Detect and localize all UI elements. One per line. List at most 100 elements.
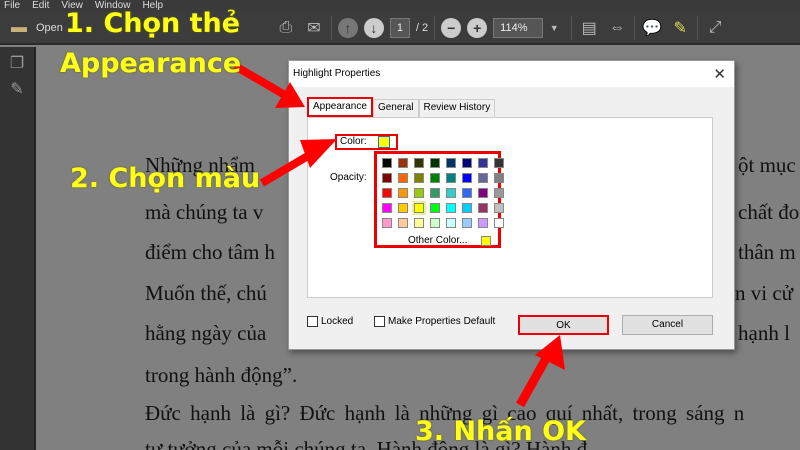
fit-page-icon[interactable]: ▤ [578, 17, 600, 39]
palette-swatch[interactable] [382, 218, 392, 228]
divider [330, 15, 332, 40]
page-number-input[interactable]: 1 [389, 17, 410, 38]
palette-swatch[interactable] [446, 173, 456, 183]
palette-swatch[interactable] [462, 218, 472, 228]
palette-swatch[interactable] [462, 203, 472, 213]
color-palette: Other Color... [374, 151, 504, 248]
menu-file[interactable]: File [4, 0, 20, 12]
opacity-label: Opacity: [330, 172, 367, 183]
palette-swatch[interactable] [494, 158, 504, 168]
email-icon[interactable]: ✉ [303, 17, 325, 39]
palette-swatch[interactable] [398, 218, 408, 228]
open-button[interactable]: Open [36, 22, 63, 34]
ok-button[interactable]: OK [518, 315, 609, 335]
pages-icon[interactable]: ❐ [0, 53, 34, 73]
palette-swatch[interactable] [382, 173, 392, 183]
divider [434, 15, 436, 40]
palette-swatch[interactable] [446, 158, 456, 168]
dialog-title: Highlight Properties [289, 61, 734, 87]
doc-line: hằng ngày của [145, 321, 267, 345]
palette-swatch[interactable] [398, 158, 408, 168]
divider [697, 15, 699, 40]
tab-review-history[interactable]: Review History [418, 99, 496, 117]
tab-general[interactable]: General [372, 99, 419, 117]
palette-swatch[interactable] [412, 201, 426, 215]
attachment-icon[interactable]: ✎ [0, 79, 34, 99]
palette-swatch[interactable] [398, 203, 408, 213]
divider [634, 15, 636, 40]
checkbox-box[interactable] [374, 316, 385, 327]
palette-swatch[interactable] [414, 218, 424, 228]
print-icon[interactable]: ⎙ [275, 17, 297, 39]
palette-swatch[interactable] [430, 188, 440, 198]
chevron-down-icon[interactable]: ▼ [543, 17, 565, 39]
annotation-step1: 1. Chọn thẻ [65, 8, 241, 39]
zoom-in-icon[interactable]: + [467, 17, 488, 38]
other-color-label[interactable]: Other Color... [408, 235, 467, 246]
locked-checkbox[interactable]: Locked [307, 316, 353, 327]
doc-line: thân m [738, 240, 796, 264]
doc-line: điểm cho tâm h [145, 240, 276, 264]
expand-icon[interactable]: ⤢ [704, 17, 726, 39]
palette-swatch[interactable] [398, 173, 408, 183]
palette-swatch[interactable] [430, 203, 440, 213]
palette-swatch[interactable] [494, 173, 504, 183]
palette-swatch[interactable] [478, 203, 488, 213]
palette-swatch[interactable] [446, 203, 456, 213]
checkbox-box[interactable] [307, 316, 318, 327]
color-picker-button[interactable] [378, 136, 390, 148]
palette-swatch[interactable] [478, 173, 488, 183]
doc-line: mà chúng ta v [145, 200, 264, 224]
palette-swatch[interactable] [382, 203, 392, 213]
prev-page-icon[interactable]: ↑ [337, 17, 358, 38]
palette-swatch[interactable] [382, 188, 392, 198]
palette-swatch[interactable] [462, 158, 472, 168]
annotation-step2: 2. Chọn màu [70, 163, 261, 194]
doc-line: hạnh l [738, 321, 790, 345]
palette-swatch[interactable] [478, 188, 488, 198]
doc-line: chất đo [738, 200, 800, 224]
palette-swatch[interactable] [494, 188, 504, 198]
color-label-text: Color: [340, 136, 367, 147]
menu-edit[interactable]: Edit [32, 0, 49, 12]
next-page-icon[interactable]: ↓ [363, 17, 384, 38]
palette-swatch[interactable] [430, 158, 440, 168]
left-panel: ❐ ✎ [0, 47, 36, 450]
sign-icon[interactable]: ✎ [669, 17, 691, 39]
make-default-checkbox[interactable]: Make Properties Default [374, 316, 495, 327]
close-icon[interactable]: ✕ [713, 65, 726, 83]
doc-line: n vi cử [735, 281, 794, 305]
tab-appearance[interactable]: Appearance [307, 97, 373, 117]
palette-swatch[interactable] [494, 203, 504, 213]
comment-icon[interactable]: 💬 [641, 17, 663, 39]
locked-label: Locked [321, 316, 354, 327]
palette-swatch[interactable] [414, 173, 424, 183]
page-total: / 2 [415, 21, 429, 34]
folder-icon[interactable]: ▬ [8, 17, 30, 39]
appearance-panel: Color: Opacity: Other Color... [307, 117, 713, 298]
palette-swatch[interactable] [430, 173, 440, 183]
palette-swatch[interactable] [382, 158, 392, 168]
palette-swatch[interactable] [446, 218, 456, 228]
doc-line: trong hành động”. [145, 363, 298, 387]
palette-swatch[interactable] [398, 188, 408, 198]
zoom-select[interactable]: 114% [493, 17, 544, 38]
other-color-row[interactable]: Other Color... [408, 235, 498, 246]
palette-swatch[interactable] [462, 173, 472, 183]
palette-swatch[interactable] [494, 218, 504, 228]
other-color-swatch[interactable] [481, 235, 492, 246]
palette-grid [380, 158, 504, 228]
divider [571, 15, 573, 40]
cancel-button[interactable]: Cancel [622, 315, 713, 335]
fit-width-icon[interactable]: ⇔ [606, 17, 628, 39]
palette-swatch[interactable] [462, 188, 472, 198]
palette-swatch[interactable] [478, 218, 488, 228]
zoom-out-icon[interactable]: − [441, 17, 462, 38]
palette-swatch[interactable] [414, 158, 424, 168]
palette-swatch[interactable] [478, 158, 488, 168]
tab-bar: Appearance General Review History [307, 97, 496, 117]
palette-swatch[interactable] [446, 188, 456, 198]
palette-swatch[interactable] [414, 188, 424, 198]
annotation-step1-tab: Appearance [60, 48, 242, 79]
palette-swatch[interactable] [430, 218, 440, 228]
